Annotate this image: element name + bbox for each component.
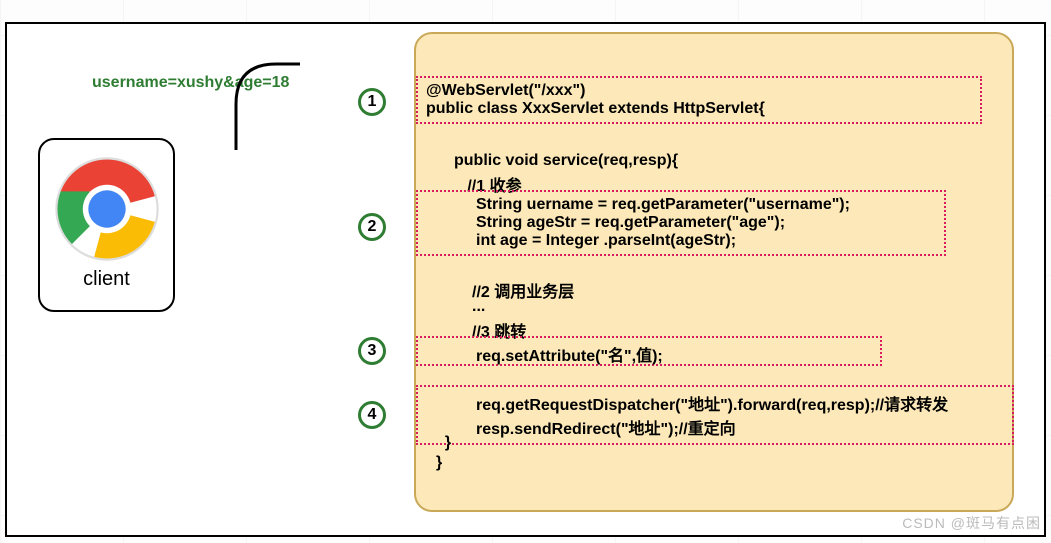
- code-block-4: req.getRequestDispatcher("地址").forward(r…: [416, 385, 1014, 445]
- chrome-icon: [52, 154, 162, 264]
- code-line: public class XxxServlet extends HttpServ…: [426, 100, 972, 118]
- code-line: public void service(req,resp){: [454, 152, 678, 170]
- code-line: req.getRequestDispatcher("地址").forward(r…: [426, 391, 1004, 415]
- code-line: ...: [472, 298, 485, 316]
- code-line: String ageStr = req.getParameter("age");: [426, 214, 936, 232]
- step-4: 4: [358, 401, 386, 429]
- step-3: 3: [358, 337, 386, 365]
- code-line: req.setAttribute("名",值);: [426, 342, 872, 366]
- code-block-3: req.setAttribute("名",值);: [416, 336, 882, 366]
- code-line: }: [436, 434, 451, 452]
- code-line: int age = Integer .parseInt(ageStr);: [426, 232, 936, 250]
- code-line: }: [436, 454, 442, 472]
- client-label: client: [40, 268, 173, 291]
- code-line: String uername = req.getParameter("usern…: [426, 196, 936, 214]
- url-param-text: username=xushy&age=18: [92, 74, 289, 92]
- step-1: 1: [358, 88, 386, 116]
- code-block-2: String uername = req.getParameter("usern…: [416, 190, 946, 256]
- watermark: CSDN @斑马有点困: [902, 513, 1041, 533]
- client-box: client: [38, 138, 175, 312]
- code-line: @WebServlet("/xxx"): [426, 82, 972, 100]
- code-block-1: @WebServlet("/xxx") public class XxxServ…: [416, 76, 982, 124]
- code-line: resp.sendRedirect("地址");//重定向: [426, 415, 1004, 439]
- code-line: //2 调用业务层: [472, 278, 574, 302]
- step-2: 2: [358, 213, 386, 241]
